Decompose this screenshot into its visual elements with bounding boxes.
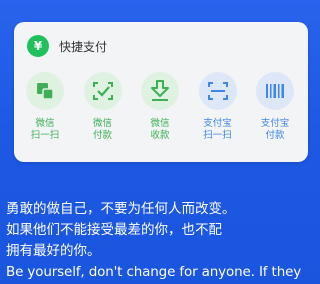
action-icon-bg	[26, 72, 64, 110]
quick-pay-card: ¥ 快捷支付 微信 扫一扫 微信 付款 微信 收款 支付宝 扫一扫 支付宝 付款	[14, 22, 308, 162]
screen: ¥ 快捷支付 微信 扫一扫 微信 付款 微信 收款 支付宝 扫一扫 支付宝 付款…	[0, 0, 320, 284]
alipay-scan-button[interactable]: 支付宝 扫一扫	[193, 72, 243, 142]
wechat-pay-button[interactable]: 微信 付款	[78, 72, 128, 142]
yen-icon: ¥	[27, 35, 49, 57]
card-title: 快捷支付	[59, 39, 108, 54]
scan-frame-icon	[207, 82, 228, 100]
quote-line: 勇敢的做自己，不要为任何人而改变。	[6, 201, 236, 217]
wechat-receive-button[interactable]: 微信 收款	[135, 72, 185, 142]
scan-square-icon	[37, 83, 54, 100]
alipay-pay-button[interactable]: 支付宝 付款	[250, 72, 300, 142]
quote-line-english: Be yourself, don't change for anyone. If…	[6, 264, 302, 280]
action-label: 支付宝 扫一扫	[203, 118, 232, 141]
action-icon-bg	[83, 72, 122, 110]
wechat-scan-button[interactable]: 微信 扫一扫	[20, 72, 70, 142]
action-icon-bg	[198, 72, 237, 110]
quote-line: 如果他们不能接受最差的你，也不配	[6, 222, 222, 238]
quote-line: 拥有最好的你。	[6, 243, 101, 259]
quote-text: 勇敢的做自己，不要为任何人而改变。 如果他们不能接受最差的你，也不配 拥有最好的…	[6, 199, 320, 283]
action-icon-bg	[256, 72, 294, 110]
action-label: 支付宝 付款	[260, 118, 290, 141]
barcode-icon	[266, 84, 284, 98]
arrow-down-box-icon	[151, 80, 169, 101]
action-label: 微信 付款	[92, 118, 112, 141]
action-label: 微信 收款	[150, 118, 170, 141]
action-icon-bg	[141, 72, 179, 110]
check-square-icon	[92, 82, 113, 100]
card-header: ¥ 快捷支付	[27, 34, 107, 58]
quick-actions: 微信 扫一扫 微信 付款 微信 收款 支付宝 扫一扫 支付宝 付款	[14, 72, 308, 142]
action-label: 微信 扫一扫	[30, 118, 60, 141]
